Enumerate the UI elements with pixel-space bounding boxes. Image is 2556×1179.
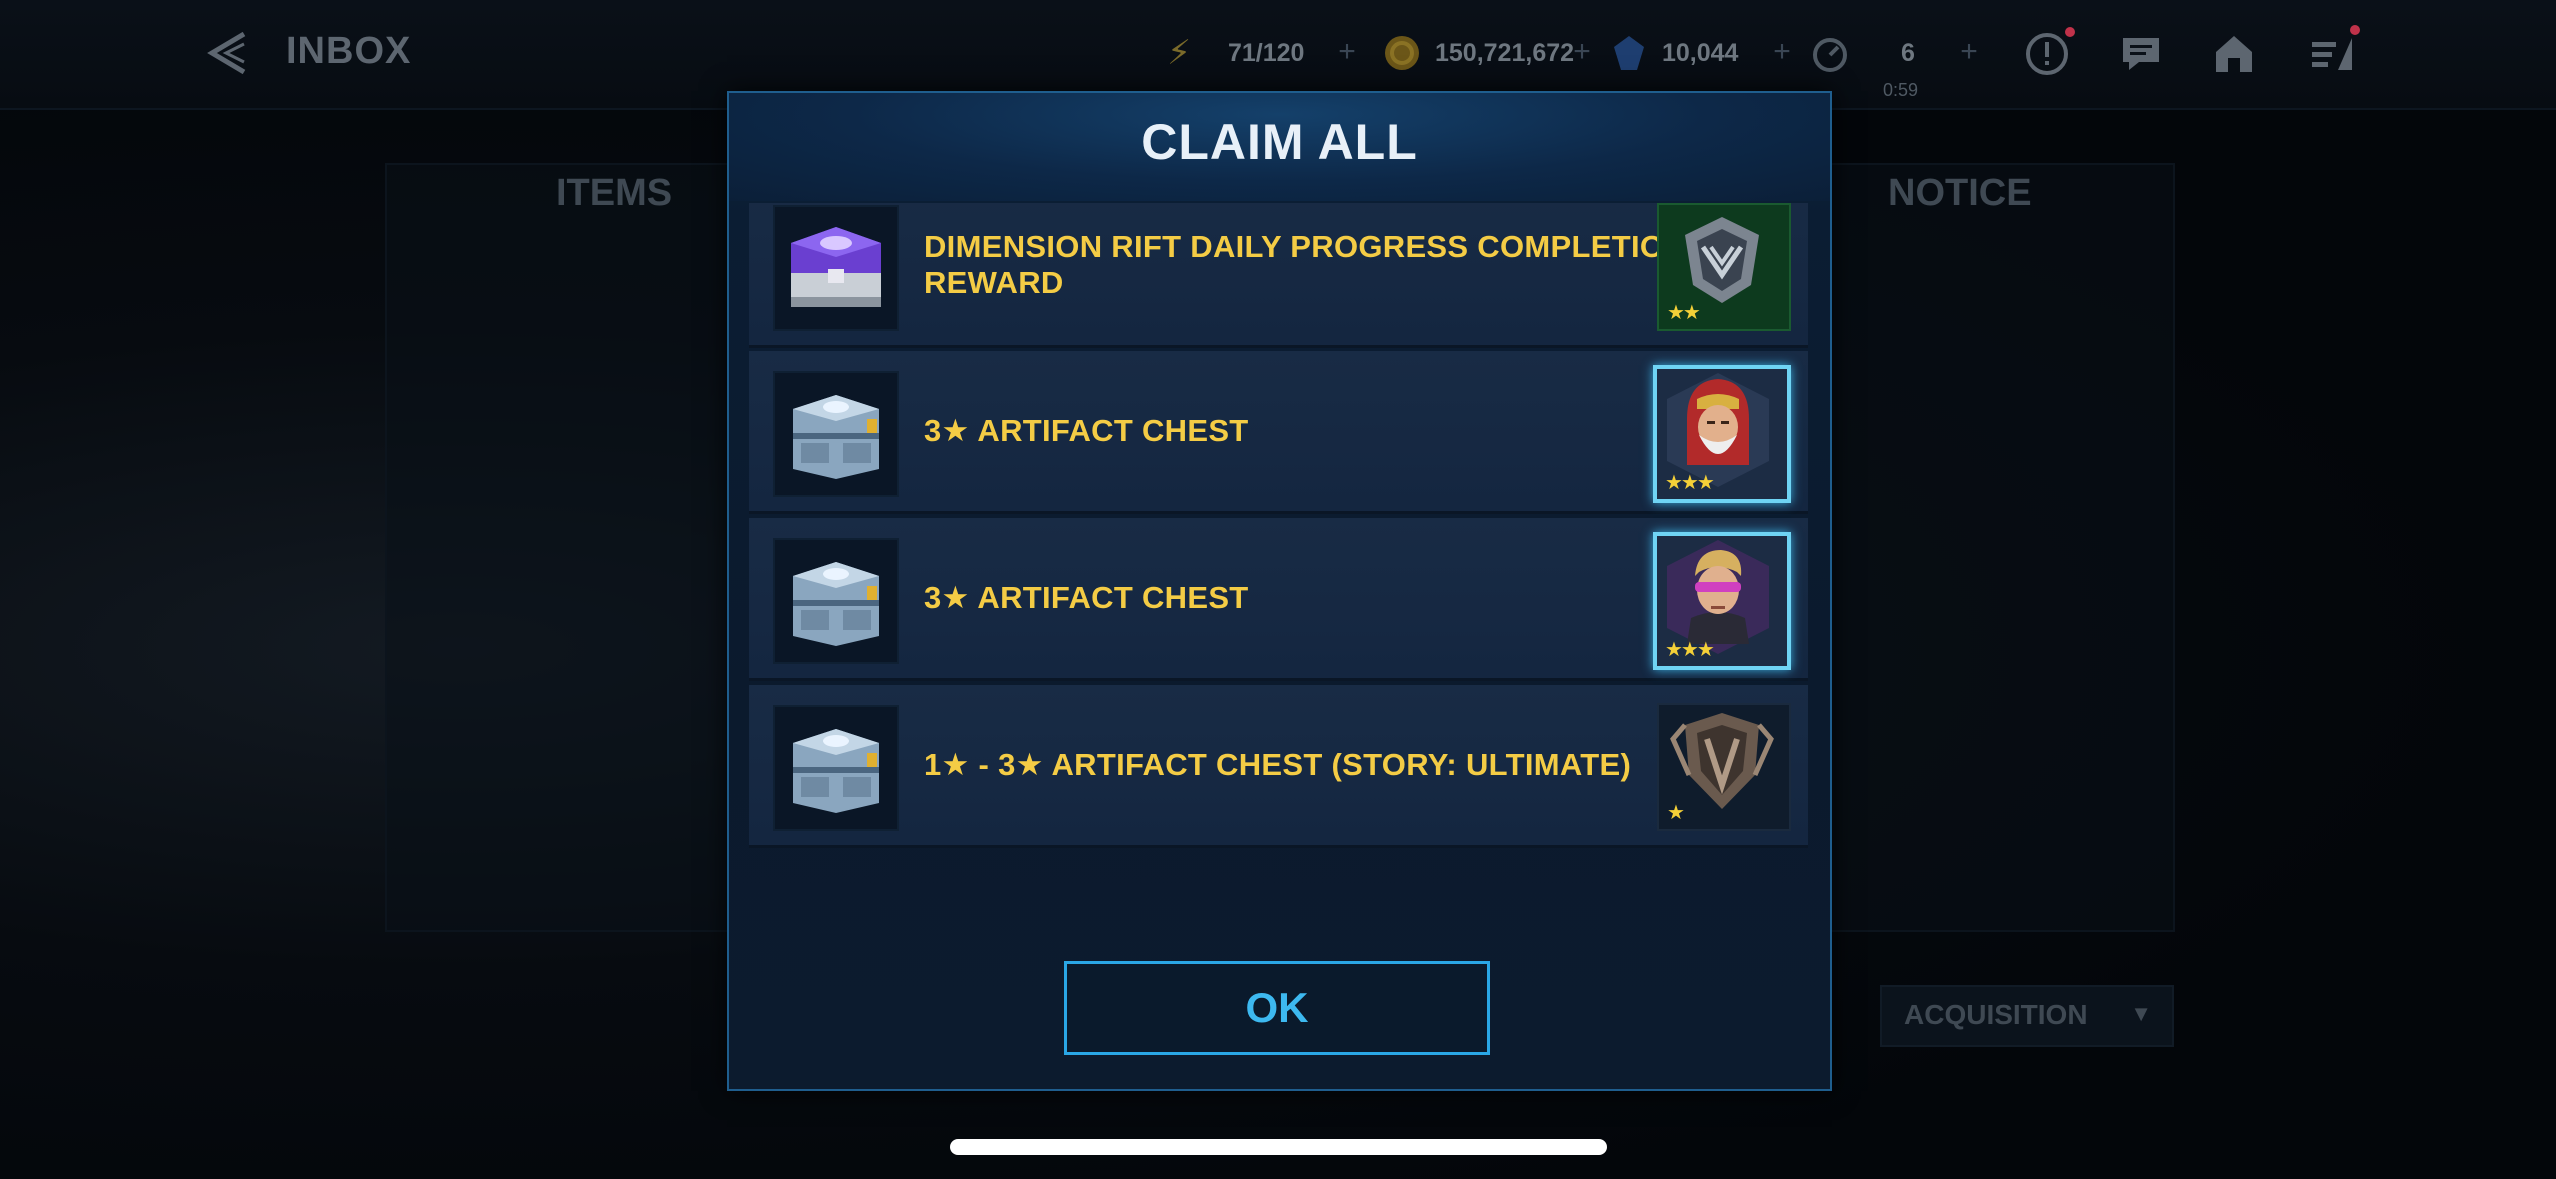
list-item: 1★ - 3★ ARTIFACT CHEST (STORY: ULTIMATE)… <box>749 685 1808 848</box>
reward-title: 3★ ARTIFACT CHEST <box>924 413 1249 448</box>
gold-coin-icon <box>1381 32 1423 74</box>
page-title: INBOX <box>286 30 412 72</box>
orb-timer: 0:59 <box>1883 80 1919 100</box>
artifact-chest-icon <box>773 371 899 497</box>
crystal-value: 10,044 <box>1662 38 1739 67</box>
gold-value: 150,721,672 <box>1435 38 1575 67</box>
dialog-header: CLAIM ALL <box>729 93 1830 201</box>
blue-crystal-icon <box>1608 32 1650 74</box>
ok-button[interactable]: OK <box>1064 961 1490 1055</box>
tab-items[interactable]: ITEMS <box>556 172 672 215</box>
bronze-emblem-icon: ★ <box>1657 703 1791 831</box>
alert-icon[interactable] <box>2023 30 2071 78</box>
reward-list[interactable]: DIMENSION RIFT DAILY PROGRESS COMPLETION… <box>749 203 1808 945</box>
home-icon[interactable] <box>2210 30 2258 78</box>
acquisition-label: ACQUISITION <box>1904 999 2088 1030</box>
reward-title: 3★ ARTIFACT CHEST <box>924 580 1249 615</box>
orb-value: 6 <box>1901 38 1915 67</box>
hero-portrait-red-hood: ★★★ <box>1653 365 1791 503</box>
tab-notice[interactable]: NOTICE <box>1888 172 2032 215</box>
star-rating: ★★★ <box>1665 639 1715 661</box>
purple-chest-icon <box>773 205 899 331</box>
add-gold-button[interactable]: + <box>1568 37 1596 67</box>
add-energy-button[interactable]: + <box>1333 37 1361 67</box>
home-indicator-bar[interactable] <box>950 1139 1607 1155</box>
add-orb-button[interactable]: + <box>1955 37 1983 67</box>
star-rating: ★ <box>1667 802 1685 824</box>
lightning-icon: ⚡ <box>1167 34 1191 72</box>
orb-counter: 6 <box>1809 28 1915 78</box>
back-arrow-icon[interactable] <box>204 28 254 78</box>
chevron-down-icon: ▼ <box>2130 1001 2152 1026</box>
orb-timer-icon <box>1809 32 1851 74</box>
chat-icon[interactable] <box>2117 30 2165 78</box>
claim-all-dialog: CLAIM ALL DIMENSION RIFT DAILY PROGRESS … <box>727 91 1832 1091</box>
menu-icon[interactable] <box>2308 30 2356 78</box>
energy-counter: ⚡ 71/120 <box>1158 28 1304 78</box>
artifact-chest-icon <box>773 538 899 664</box>
list-item: 3★ ARTIFACT CHEST ★★★ <box>749 518 1808 681</box>
star-rating: ★★★ <box>1665 472 1715 494</box>
energy-value: 71/120 <box>1228 38 1305 67</box>
artifact-chest-icon <box>773 705 899 831</box>
notification-dot <box>2350 25 2360 35</box>
list-item: DIMENSION RIFT DAILY PROGRESS COMPLETION… <box>749 203 1808 348</box>
acquisition-dropdown[interactable]: ACQUISITION ▼ <box>1880 985 2174 1047</box>
add-crystal-button[interactable]: + <box>1768 37 1796 67</box>
reward-title: 1★ - 3★ ARTIFACT CHEST (STORY: ULTIMATE) <box>924 747 1632 782</box>
emblem-reward-icon: ★★ <box>1657 203 1791 331</box>
gold-counter: 150,721,672 <box>1381 28 1574 78</box>
list-item: 3★ ARTIFACT CHEST ★★★ <box>749 351 1808 514</box>
dialog-title: CLAIM ALL <box>1141 114 1418 170</box>
hero-portrait-purple-visor: ★★★ <box>1653 532 1791 670</box>
star-rating: ★★ <box>1667 302 1701 324</box>
notification-dot <box>2065 27 2075 37</box>
crystal-counter: 10,044 <box>1608 28 1738 78</box>
